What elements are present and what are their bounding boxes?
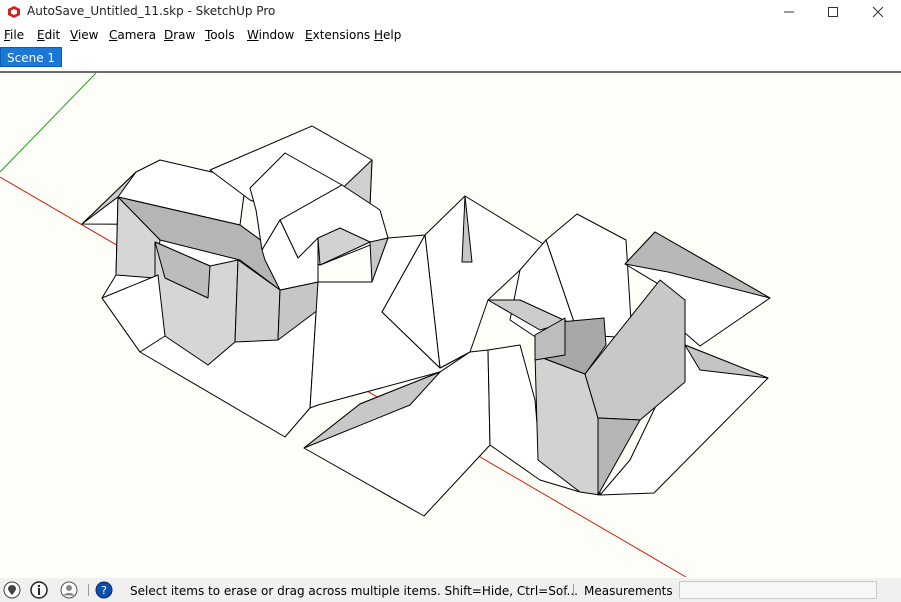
menu-file[interactable]: File — [4, 28, 24, 42]
measurements-input[interactable] — [679, 581, 877, 599]
maximize-icon — [828, 7, 838, 17]
title-bar: AutoSave_Untitled_11.skp - SketchUp Pro — [0, 0, 901, 24]
menu-draw[interactable]: Draw — [164, 28, 195, 42]
close-button[interactable] — [855, 0, 901, 24]
status-bar: ? Select items to erase or drag across m… — [0, 578, 901, 602]
minimize-button[interactable] — [766, 0, 812, 24]
status-separator — [88, 584, 89, 596]
menu-tools[interactable]: Tools — [205, 28, 235, 42]
maximize-button[interactable] — [810, 0, 856, 24]
user-icon[interactable] — [60, 581, 78, 599]
menu-bar: File Edit View Camera Draw Tools Window … — [0, 26, 901, 46]
help-icon[interactable]: ? — [95, 581, 113, 599]
close-icon — [872, 6, 884, 18]
window-title: AutoSave_Untitled_11.skp - SketchUp Pro — [27, 4, 276, 18]
geolocation-icon[interactable] — [3, 581, 21, 599]
scene-tabs-bar: Scene 1 — [0, 46, 901, 70]
svg-text:?: ? — [101, 584, 107, 597]
model-viewport[interactable] — [0, 71, 901, 577]
status-separator — [573, 584, 574, 596]
menu-camera[interactable]: Camera — [109, 28, 156, 42]
roof-model-drawing[interactable] — [0, 73, 901, 577]
credits-icon[interactable] — [30, 581, 48, 599]
menu-window[interactable]: Window — [247, 28, 294, 42]
menu-extensions[interactable]: Extensions — [305, 28, 370, 42]
scene-tab-1[interactable]: Scene 1 — [0, 47, 63, 67]
measurements-label: Measurements — [584, 584, 673, 598]
status-hint-text: Select items to erase or drag across mul… — [130, 584, 578, 598]
minimize-icon — [784, 11, 794, 13]
sketchup-logo-icon — [8, 6, 20, 18]
menu-help[interactable]: Help — [374, 28, 401, 42]
green-axis — [0, 73, 97, 173]
menu-view[interactable]: View — [70, 28, 98, 42]
menu-edit[interactable]: Edit — [37, 28, 60, 42]
